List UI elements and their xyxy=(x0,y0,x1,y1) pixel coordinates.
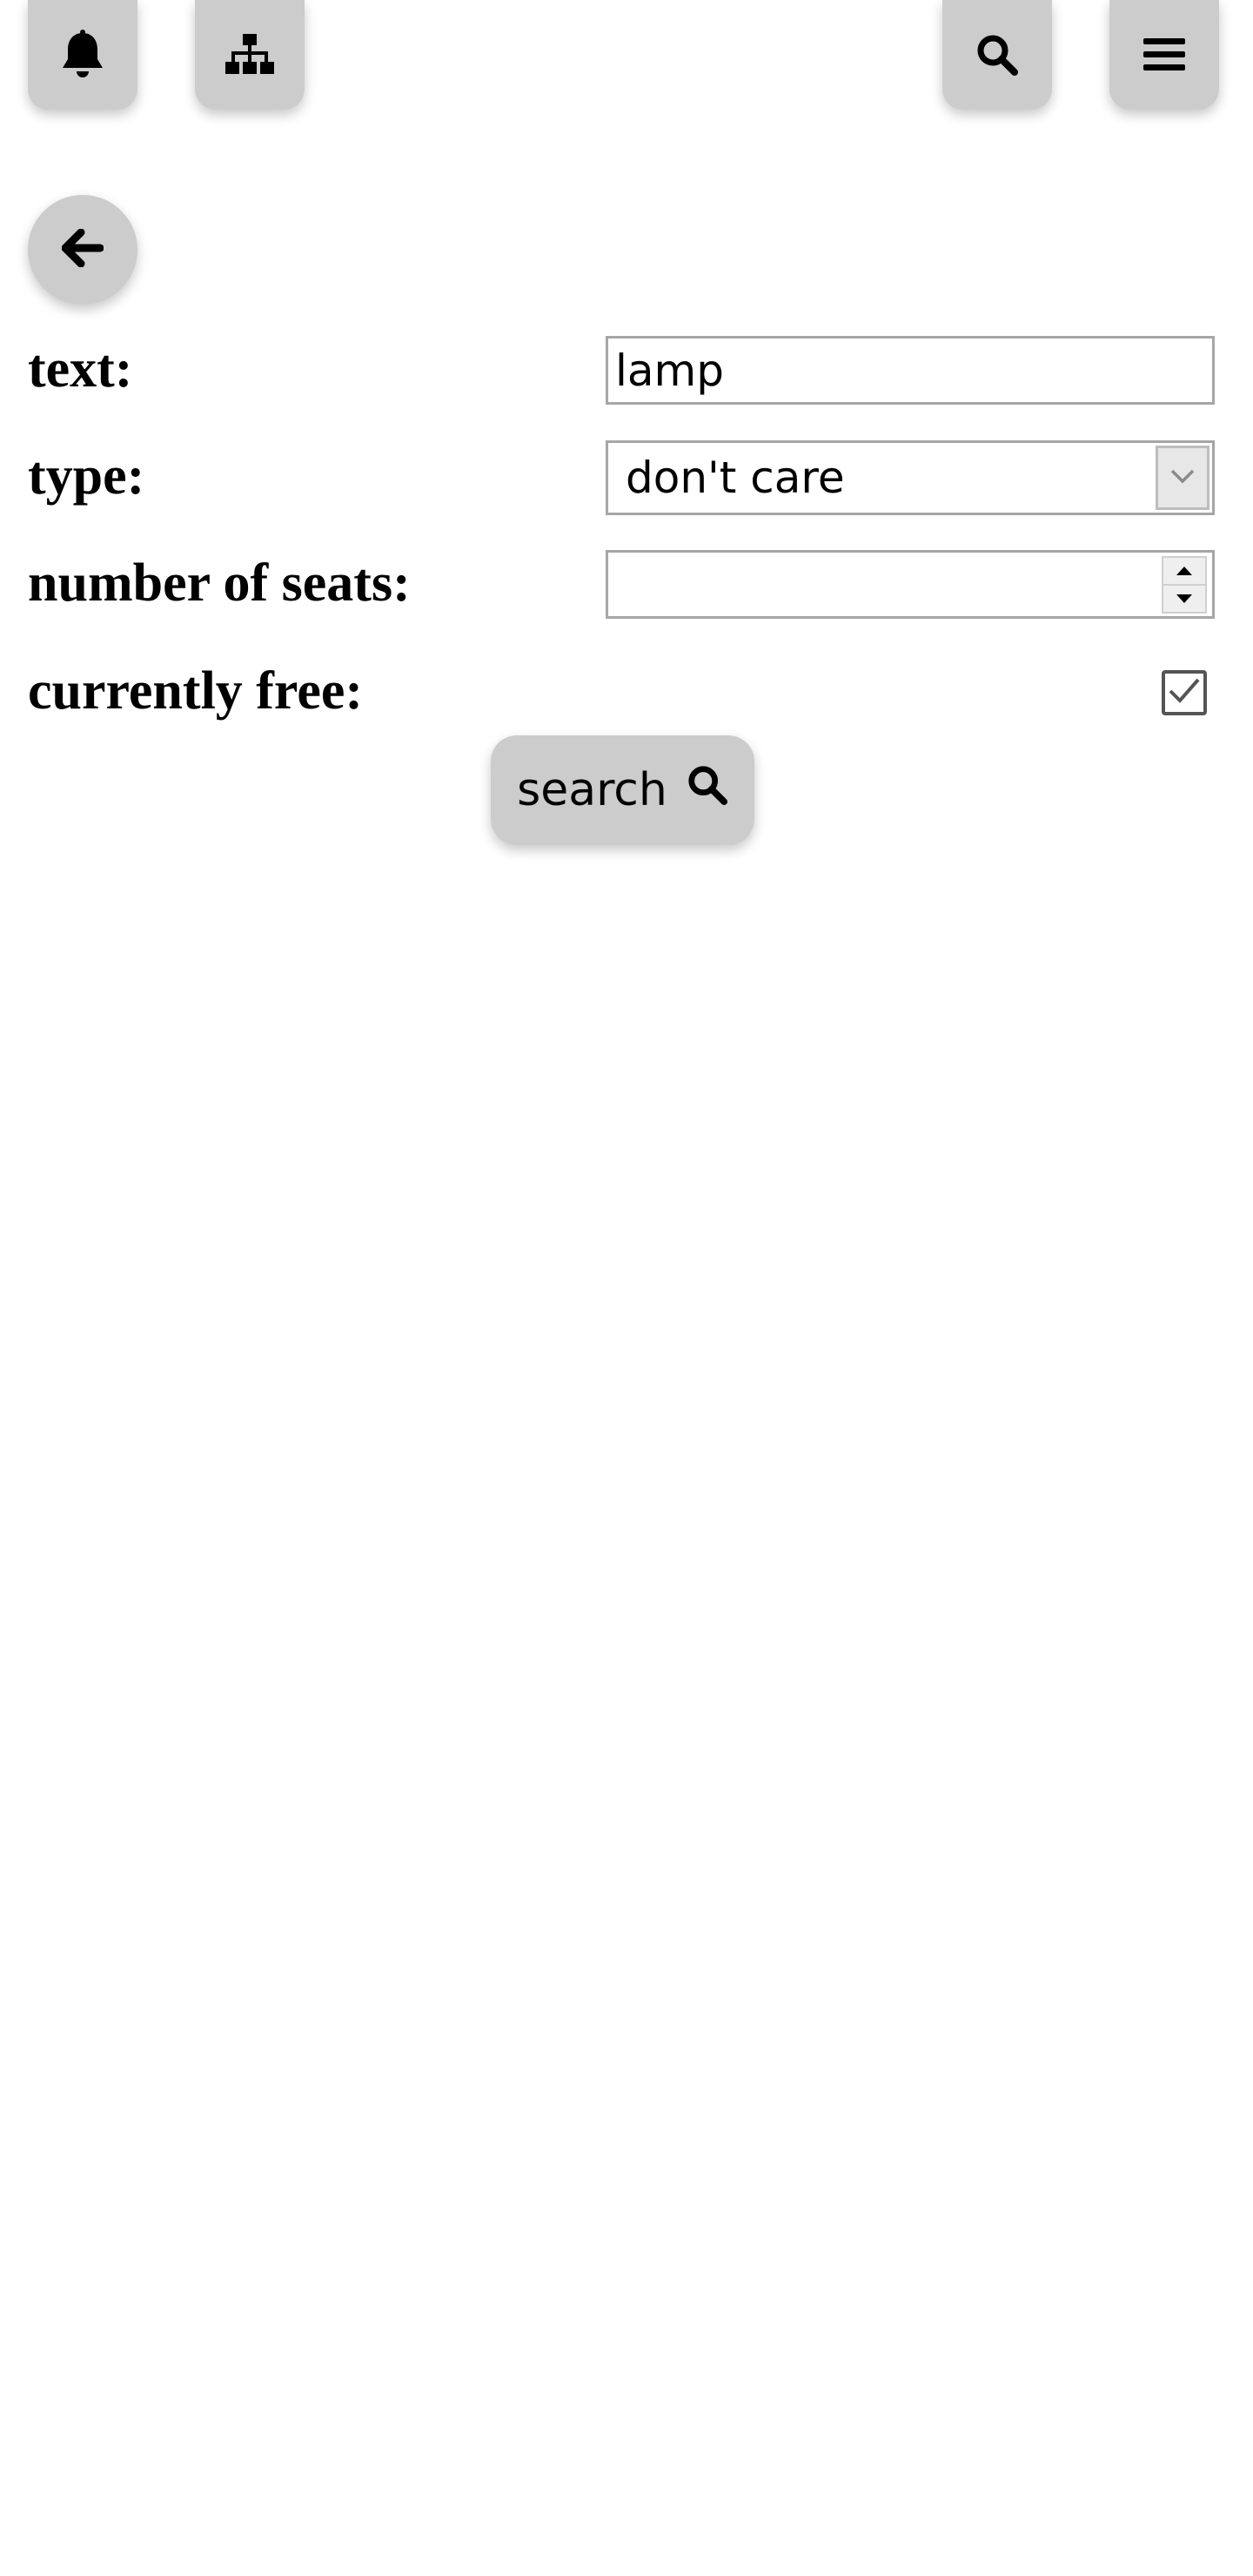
triangle-up-icon xyxy=(1176,562,1192,579)
currently-free-label: currently free: xyxy=(28,661,364,721)
text-input[interactable] xyxy=(606,336,1215,405)
increment-button[interactable] xyxy=(1163,557,1205,584)
arrow-left-icon xyxy=(61,228,104,271)
type-select-value: don't care xyxy=(626,453,845,503)
triangle-down-icon xyxy=(1176,590,1192,607)
menu-button[interactable] xyxy=(1109,0,1219,110)
sitemap-icon xyxy=(225,34,274,76)
back-button[interactable] xyxy=(28,195,137,305)
number-spinner xyxy=(1162,555,1207,614)
type-label: type: xyxy=(28,446,145,506)
bell-icon xyxy=(59,30,106,80)
search-toggle-button[interactable] xyxy=(942,0,1052,110)
notifications-button[interactable] xyxy=(28,0,137,110)
search-button-label: search xyxy=(517,764,667,816)
type-select[interactable]: don't care xyxy=(606,440,1215,515)
decrement-button[interactable] xyxy=(1163,583,1205,612)
sitemap-button[interactable] xyxy=(195,0,305,110)
number-of-seats-field[interactable] xyxy=(606,550,1215,619)
hamburger-menu-icon xyxy=(1143,37,1185,73)
search-icon xyxy=(975,33,1019,77)
number-of-seats-label: number of seats: xyxy=(28,553,411,613)
search-button[interactable]: search xyxy=(491,735,754,845)
currently-free-checkbox[interactable] xyxy=(1162,670,1207,715)
chevron-down-icon xyxy=(1169,468,1196,487)
number-of-seats-input[interactable] xyxy=(608,553,1162,616)
search-icon xyxy=(687,764,728,817)
text-label: text: xyxy=(28,339,133,399)
checkmark-icon xyxy=(1167,676,1202,709)
dropdown-arrow[interactable] xyxy=(1156,446,1209,510)
